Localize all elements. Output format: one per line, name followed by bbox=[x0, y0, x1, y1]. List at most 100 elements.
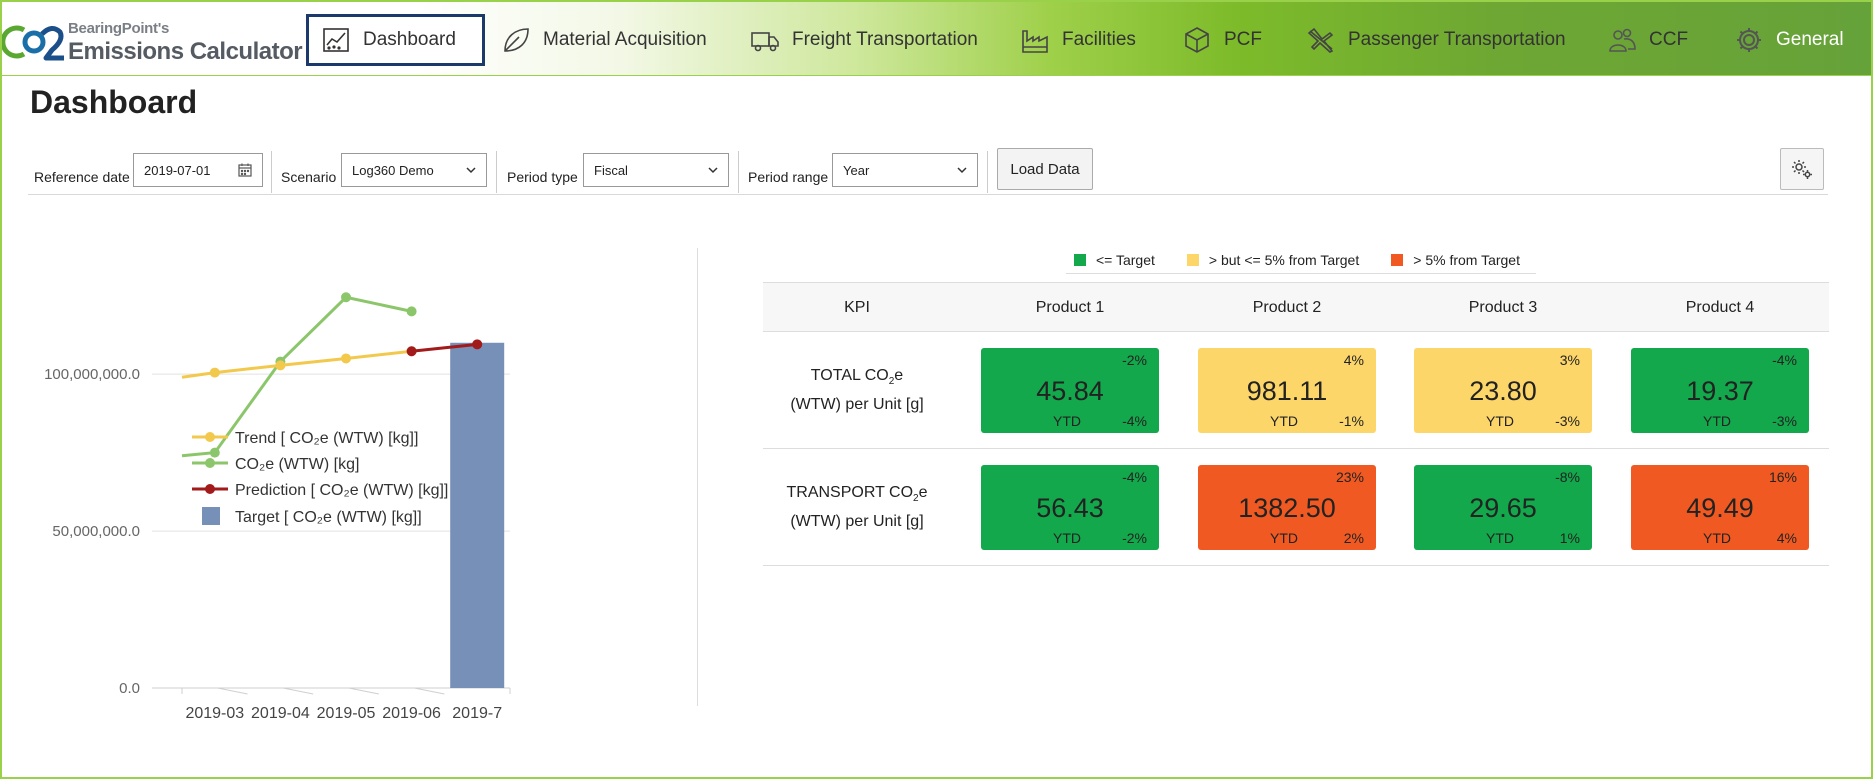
chart-point bbox=[406, 346, 417, 357]
kpi-tile[interactable]: -4% 56.43 YTD -2% bbox=[981, 465, 1159, 550]
kpi-ytd-label: YTD bbox=[1053, 413, 1081, 429]
kpi-period-change: 23% bbox=[1335, 469, 1364, 485]
chart-legend-marker bbox=[205, 432, 215, 442]
tab-facilities[interactable]: Facilities bbox=[1020, 14, 1136, 66]
kpi-value: 19.37 bbox=[1686, 376, 1754, 406]
box-icon bbox=[1185, 27, 1209, 53]
kpi-period-change: -2% bbox=[1122, 352, 1147, 368]
kpi-period-change: -4% bbox=[1122, 469, 1147, 485]
filter-separator bbox=[271, 151, 272, 193]
kpi-legend-swatch bbox=[1074, 253, 1086, 266]
scenario-value: Log360 Demo bbox=[352, 162, 434, 178]
chart-legend-marker bbox=[205, 458, 215, 468]
calendar-icon[interactable] bbox=[238, 163, 252, 177]
chart-point bbox=[209, 447, 220, 458]
kpi-value: 56.43 bbox=[1036, 493, 1104, 523]
kpi-legend-label: > 5% from Target bbox=[1413, 251, 1520, 268]
kpi-ytd-label: YTD bbox=[1270, 413, 1298, 429]
tab-label: PCF bbox=[1224, 29, 1262, 50]
tab-passenger-transportation[interactable]: Passenger Transportation bbox=[1306, 14, 1566, 66]
kpi-ytd-label: YTD bbox=[1703, 413, 1731, 429]
tab-label: Freight Transportation bbox=[792, 29, 978, 50]
reference-date-input[interactable]: 2019-07-01 bbox=[133, 153, 263, 187]
kpi-table: KPI Product 1 Product 2 Product 3 Produc… bbox=[763, 282, 1829, 566]
tab-label: Material Acquisition bbox=[543, 29, 707, 50]
tab-general[interactable]: General bbox=[1734, 14, 1844, 66]
kpi-tile[interactable]: 4% 981.11 YTD -1% bbox=[1198, 348, 1376, 433]
gear-cog-icon bbox=[1737, 28, 1761, 52]
chart-point bbox=[341, 292, 351, 303]
top-navigation: BearingPoint's Emissions Calculator Dash… bbox=[2, 2, 1871, 76]
chart-x-tick-label: 2019-06 bbox=[382, 705, 441, 722]
kpi-row-label: TOTAL CO2e (WTW) per Unit [g] bbox=[763, 332, 951, 449]
tab-label: CCF bbox=[1649, 29, 1689, 50]
truck-icon bbox=[751, 32, 779, 52]
filter-separator bbox=[987, 151, 988, 193]
kpi-period-change: -4% bbox=[1772, 352, 1797, 368]
kpi-tile[interactable]: -8% 29.65 YTD 1% bbox=[1414, 465, 1592, 550]
kpi-ytd-change: -1% bbox=[1339, 413, 1364, 429]
kpi-tile[interactable]: 3% 23.80 YTD -3% bbox=[1414, 348, 1592, 433]
kpi-legend-swatch bbox=[1391, 253, 1404, 266]
chart-legend-marker bbox=[205, 484, 215, 494]
kpi-rows: TOTAL CO2e (WTW) per Unit [g] -2% 45.84 YTD -… bbox=[763, 332, 1829, 566]
chart-legend-label: Prediction [ CO₂e (WTW) [kg]] bbox=[235, 482, 448, 499]
kpi-ytd-change: 1% bbox=[1559, 530, 1580, 546]
reference-date-value: 2019-07-01 bbox=[144, 162, 211, 178]
kpi-legend-item: > but <= 5% from Target bbox=[1186, 251, 1360, 268]
tab-material-acquisition[interactable]: Material Acquisition bbox=[501, 14, 707, 66]
emissions-chart: 0.0 50,000,000.0 100,000,000.0 2019-03 2019-… bbox=[44, 292, 511, 722]
kpi-tile[interactable]: 16% 49.49 YTD 4% bbox=[1631, 465, 1809, 550]
kpi-tile[interactable]: -4% 19.37 YTD -3% bbox=[1631, 348, 1809, 433]
period-range-value: Year bbox=[843, 162, 870, 178]
period-range-label: Period range bbox=[748, 169, 829, 185]
product-4-column-header: Product 4 bbox=[1685, 299, 1755, 316]
chart-y-tick-label: 0.0 bbox=[119, 680, 140, 697]
chart-legend-label: CO₂e (WTW) [kg] bbox=[235, 456, 359, 473]
kpi-label-text: e bbox=[918, 484, 928, 502]
tab-dashboard[interactable]: Dashboard bbox=[306, 14, 485, 66]
brand-line-1: BearingPoint's bbox=[68, 20, 170, 37]
settings-button[interactable] bbox=[1780, 148, 1824, 190]
chart-point bbox=[275, 360, 286, 371]
kpi-ytd-change: -4% bbox=[1122, 413, 1147, 429]
kpi-legend-item: <= Target bbox=[1074, 252, 1155, 268]
kpi-tile[interactable]: 23% 1382.50 YTD 2% bbox=[1198, 465, 1376, 550]
chart-point bbox=[209, 367, 220, 378]
tab-pcf[interactable]: PCF bbox=[1182, 14, 1262, 66]
co2-logo-icon bbox=[2, 25, 64, 61]
kpi-ytd-label: YTD bbox=[1486, 413, 1514, 429]
chart-x-tick bbox=[217, 687, 248, 695]
airplane-icon bbox=[1307, 27, 1334, 53]
kpi-row: TOTAL CO2e (WTW) per Unit [g] -2% 45.84 YTD -… bbox=[763, 332, 1829, 449]
period-range-select[interactable]: Year bbox=[832, 153, 978, 187]
app-logo[interactable]: BearingPoint's Emissions Calculator bbox=[2, 18, 303, 65]
chart-x-tick bbox=[348, 687, 379, 695]
scenario-label: Scenario bbox=[281, 169, 337, 185]
chart-legend-swatch bbox=[202, 507, 220, 525]
people-icon bbox=[1609, 28, 1636, 52]
tab-label: Facilities bbox=[1062, 29, 1136, 50]
kpi-legend-label: <= Target bbox=[1096, 251, 1155, 268]
kpi-ytd-label: YTD bbox=[1053, 530, 1081, 546]
kpi-column-header: KPI bbox=[844, 299, 870, 316]
tab-ccf[interactable]: CCF bbox=[1607, 14, 1688, 66]
chart-legend-label: Trend [ CO₂e (WTW) [kg]] bbox=[235, 430, 418, 447]
load-data-button[interactable]: Load Data bbox=[997, 148, 1093, 190]
kpi-legend-label: > but <= 5% from Target bbox=[1208, 251, 1360, 268]
kpi-ytd-change: -2% bbox=[1122, 530, 1147, 546]
period-type-select[interactable]: Fiscal bbox=[583, 153, 729, 187]
kpi-label-text: (WTW) per Unit [g] bbox=[790, 512, 924, 530]
tab-label: Dashboard bbox=[363, 29, 456, 50]
chart-bar-target bbox=[450, 342, 505, 688]
tab-freight-transportation[interactable]: Freight Transportation bbox=[750, 14, 978, 66]
filter-bar: Reference date 2019-07-01 Scenario Log36… bbox=[28, 145, 1828, 195]
chart-point bbox=[406, 306, 417, 317]
settings-gears-icon bbox=[1792, 160, 1812, 179]
scenario-select[interactable]: Log360 Demo bbox=[341, 153, 487, 187]
chart-x-tick-label: 2019-05 bbox=[317, 705, 376, 722]
kpi-tile[interactable]: -2% 45.84 YTD -4% bbox=[981, 348, 1159, 433]
chart-y-tick-label: 50,000,000.0 bbox=[52, 523, 140, 540]
chart-y-tick-label: 100,000,000.0 bbox=[44, 366, 140, 383]
chart-x-tick-label: 2019-03 bbox=[185, 705, 244, 722]
